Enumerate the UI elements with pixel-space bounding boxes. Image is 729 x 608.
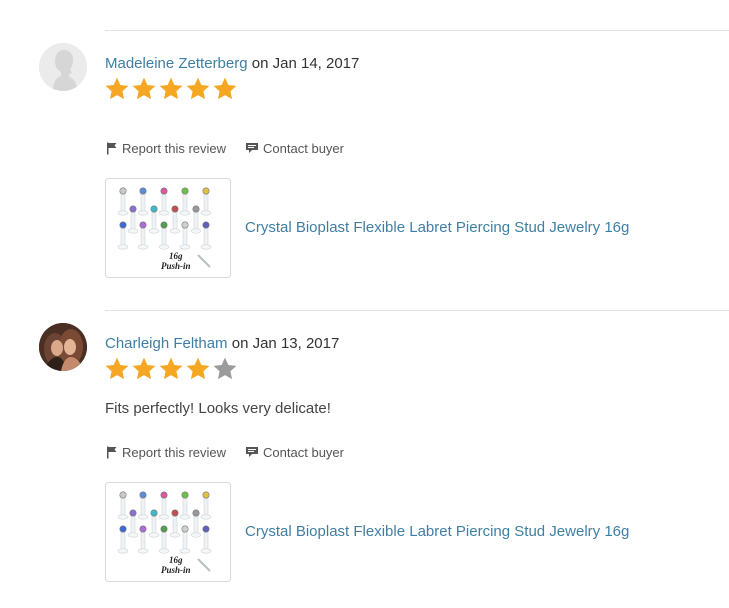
review-text: Fits perfectly! Looks very delicate! xyxy=(105,400,331,417)
contact-buyer-link[interactable]: Contact buyer xyxy=(245,141,344,156)
reviewer-link[interactable]: Charleigh Feltham xyxy=(105,335,228,352)
report-review-label: Report this review xyxy=(122,445,227,460)
review-actions: Report this review Contact buyer xyxy=(106,445,363,460)
avatar-default[interactable] xyxy=(39,43,87,91)
date-prefix: on xyxy=(231,335,249,352)
user-silhouette-icon xyxy=(39,43,87,91)
product-thumbnail[interactable]: 16g Push-in xyxy=(105,178,231,278)
star-filled-icon xyxy=(186,77,210,100)
review-actions: Report this review Contact buyer xyxy=(106,141,363,156)
star-filled-icon xyxy=(213,77,237,100)
product-title-link[interactable]: Crystal Bioplast Flexible Labret Piercin… xyxy=(245,523,629,540)
avatar-photo[interactable] xyxy=(39,323,87,371)
star-rating xyxy=(104,356,238,382)
thumbnail-caption-line2: Push-in xyxy=(161,261,191,271)
reviewer-link[interactable]: Madeleine Zetterberg xyxy=(105,55,248,72)
report-review-label: Report this review xyxy=(122,141,227,156)
review-date: Jan 13, 2017 xyxy=(252,335,340,352)
top-divider xyxy=(105,30,729,31)
thumbnail-caption-line2: Push-in xyxy=(161,565,191,575)
star-filled-icon xyxy=(105,357,129,380)
date-prefix: on xyxy=(251,55,269,72)
product-title-link[interactable]: Crystal Bioplast Flexible Labret Piercin… xyxy=(245,219,629,236)
thumbnail-caption: 16g Push-in xyxy=(161,555,191,575)
contact-buyer-label: Contact buyer xyxy=(263,141,344,156)
star-filled-icon xyxy=(186,357,210,380)
report-review-link[interactable]: Report this review xyxy=(106,445,226,460)
user-photo-icon xyxy=(39,323,87,371)
flag-icon xyxy=(107,142,117,155)
star-filled-icon xyxy=(105,77,129,100)
report-review-link[interactable]: Report this review xyxy=(106,141,226,156)
speech-bubble-icon xyxy=(246,143,259,153)
star-rating xyxy=(104,76,238,102)
contact-buyer-link[interactable]: Contact buyer xyxy=(245,445,344,460)
star-filled-icon xyxy=(159,357,183,380)
speech-bubble-icon xyxy=(246,447,259,457)
flag-icon xyxy=(107,446,117,459)
review-meta: Madeleine Zetterberg on Jan 14, 2017 xyxy=(105,55,359,72)
thumbnail-caption-line1: 16g xyxy=(169,555,183,565)
star-filled-icon xyxy=(132,357,156,380)
star-filled-icon xyxy=(159,77,183,100)
review-divider xyxy=(105,310,729,311)
product-thumbnail[interactable]: 16g Push-in xyxy=(105,482,231,582)
contact-buyer-label: Contact buyer xyxy=(263,445,344,460)
review-meta: Charleigh Feltham on Jan 13, 2017 xyxy=(105,335,339,352)
star-empty-icon xyxy=(213,357,237,380)
thumbnail-caption-line1: 16g xyxy=(169,251,183,261)
review-date: Jan 14, 2017 xyxy=(272,55,360,72)
star-filled-icon xyxy=(132,77,156,100)
thumbnail-caption: 16g Push-in xyxy=(161,251,191,271)
